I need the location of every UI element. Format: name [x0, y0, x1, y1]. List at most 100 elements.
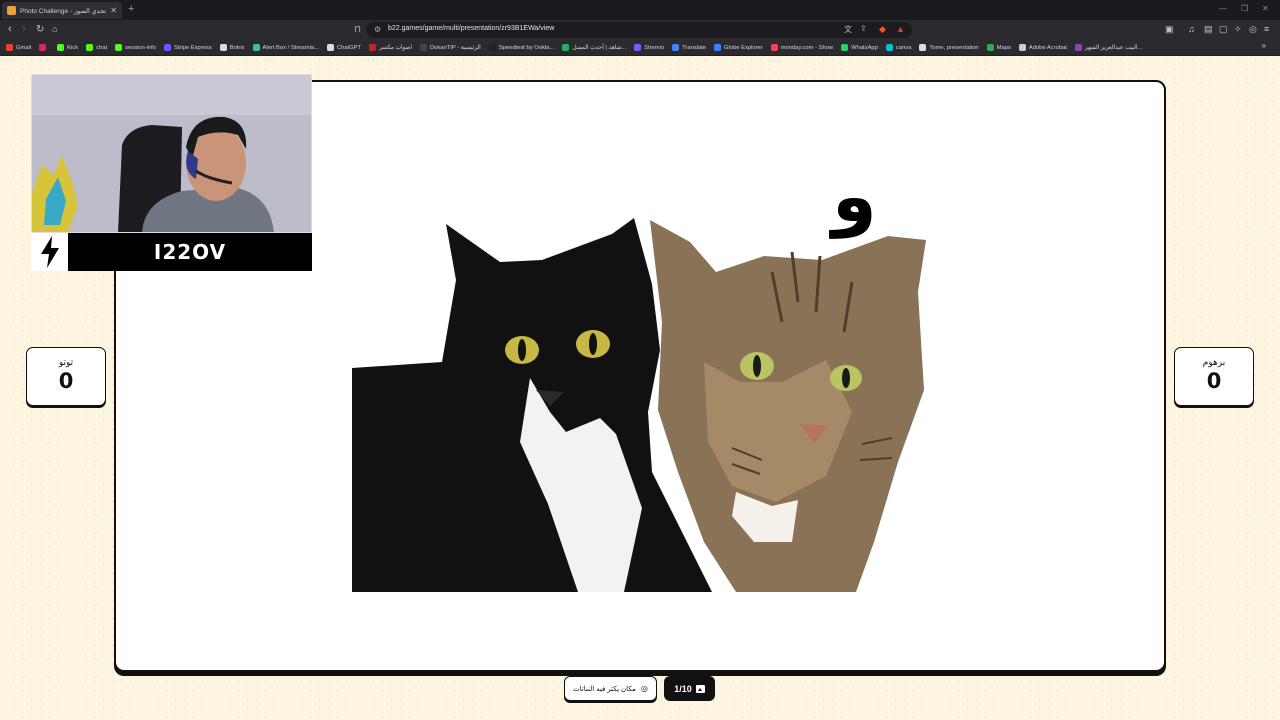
bookmark-item[interactable]: Stremio — [634, 44, 664, 51]
bookmark-item[interactable]: monday.com - Show — [770, 44, 834, 51]
bookmark-label: Kick — [67, 44, 79, 51]
bookmark-favicon-icon — [39, 44, 47, 51]
bookmark-item[interactable]: Gmail — [6, 44, 31, 51]
close-window-icon[interactable]: ✕ — [1262, 4, 1269, 13]
bookmark-item[interactable]: Translate — [672, 44, 706, 51]
bookmark-label: ChatGPT — [336, 44, 362, 51]
bookmark-favicon-icon — [369, 44, 377, 51]
right-player-name: برهوم — [1202, 358, 1226, 368]
bookmark-favicon-icon — [841, 44, 849, 51]
bookmark-label: Botrix — [229, 44, 245, 51]
media-icon[interactable]: ♫ — [1188, 24, 1195, 34]
bookmark-item[interactable]: ChatGPT — [326, 44, 362, 51]
tabby-cat-image — [650, 220, 926, 592]
lightning-bolt-icon — [31, 233, 68, 271]
tab-bar: Photo Challenge - تحدي الصور ✕ + — ❐ ✕ — [0, 0, 1280, 20]
bookmark-item[interactable]: Alert Box / Streamla... — [252, 44, 319, 51]
bookmark-item[interactable]: Stripe Express — [164, 44, 212, 51]
more-bookmarks-icon[interactable]: » — [1262, 41, 1266, 50]
bookmark-item[interactable]: Botrix — [219, 44, 245, 51]
lightbulb-icon: ◎ — [640, 684, 648, 693]
bookmark-favicon-icon — [57, 44, 65, 51]
bookmark-label: Stremio — [644, 44, 665, 51]
restore-icon[interactable]: ❐ — [1241, 4, 1248, 13]
bookmark-label: chat — [96, 44, 108, 51]
bookmark-item[interactable] — [39, 44, 49, 51]
bookmark-label: Speedtest by Ookla... — [498, 44, 555, 51]
image-icon — [695, 684, 705, 693]
bookmark-favicon-icon — [252, 44, 260, 51]
bookmark-favicon-icon — [634, 44, 642, 51]
webcam-overlay: I22OV — [31, 74, 312, 271]
bookmark-favicon-icon — [326, 44, 334, 51]
bookmark-label: شاهد | أحدث المسل... — [572, 44, 627, 51]
bookmark-favicon-icon — [1074, 44, 1082, 51]
bookmark-favicon-icon — [6, 44, 13, 51]
forward-icon[interactable]: › — [22, 24, 26, 35]
sidebar-icon[interactable]: ▣ — [1165, 24, 1174, 35]
streamer-banner: I22OV — [31, 233, 312, 271]
bookmark-label: canva — [895, 44, 912, 51]
bookmark-item[interactable]: Speedtest by Ookla... — [488, 44, 555, 51]
webcam-feed — [31, 74, 312, 233]
question-progress: 1/10 — [674, 683, 692, 694]
bookmark-favicon-icon — [488, 44, 496, 51]
bookmark-favicon-icon — [219, 44, 227, 51]
bookmark-item[interactable]: DokanTIP - الرئيسية — [419, 44, 481, 51]
hint-button[interactable]: مكان يكثر فيه النباتات ◎ — [564, 676, 657, 701]
bookmark-favicon-icon — [986, 44, 994, 51]
back-icon[interactable]: ‹ — [8, 24, 12, 35]
bookmark-item[interactable]: البيت عبدالعزيز الشهر... — [1074, 44, 1142, 51]
bookmark-item[interactable]: Globe Explorer — [714, 44, 763, 51]
bookmark-favicon-icon — [86, 44, 94, 51]
browser-toolbar: ‹ › ↻ ⌂ ⊓ ⚙ b22.games/game/multi/present… — [0, 20, 1280, 40]
bookmark-item[interactable]: session-info — [115, 44, 156, 51]
bookmarks-bar: Gmail Kick chat session-info Stripe Express B… — [0, 40, 1280, 55]
bookmark-favicon-icon — [1018, 44, 1026, 51]
home-icon[interactable]: ⌂ — [52, 24, 57, 35]
bookmark-page-icon[interactable]: ⊓ — [354, 24, 361, 35]
vpn-icon[interactable]: ◎ — [1249, 24, 1257, 35]
bookmark-item[interactable]: WhatsApp — [841, 44, 878, 51]
bookmark-item[interactable]: اصوات مكسر — [369, 44, 412, 51]
bookmark-label: Stripe Express — [174, 44, 212, 51]
share-icon[interactable]: ⇪ — [860, 24, 867, 33]
bookmark-favicon-icon — [115, 44, 123, 51]
bookmark-item[interactable]: شاهد | أحدث المسل... — [562, 44, 626, 51]
bookmark-item[interactable]: Adobe Acrobat — [1018, 44, 1067, 51]
bookmark-favicon-icon — [770, 44, 778, 51]
bookmark-label: Alert Box / Streamla... — [262, 44, 319, 51]
close-tab-icon[interactable]: ✕ — [110, 6, 117, 15]
bookmark-favicon-icon — [714, 44, 722, 51]
leo-icon[interactable]: ✧ — [1234, 24, 1242, 35]
bookmark-label: Translate — [682, 44, 707, 51]
bookmark-item[interactable]: canva — [885, 44, 912, 51]
site-info-icon[interactable]: ⚙ — [374, 25, 381, 34]
bookmark-label: monday.com - Show — [780, 44, 834, 51]
new-tab-button[interactable]: + — [128, 3, 134, 15]
bookmark-item[interactable]: Maps — [986, 44, 1011, 51]
bookmark-item[interactable]: Tome, presentation — [919, 44, 979, 51]
game-page: و توتو 0 برهوم 0 I22OV مكان يكثر فيه الن… — [0, 56, 1280, 720]
wallet-icon[interactable]: ▢ — [1219, 24, 1228, 35]
bookmark-item[interactable]: chat — [86, 44, 107, 51]
minimize-icon[interactable]: — — [1219, 4, 1227, 13]
bookmark-item[interactable]: Kick — [57, 44, 78, 51]
reload-icon[interactable]: ↻ — [36, 24, 44, 35]
browser-tab[interactable]: Photo Challenge - تحدي الصور ✕ — [2, 2, 122, 19]
rewards-icon[interactable]: ▲ — [896, 24, 905, 34]
bookmark-label: Maps — [996, 44, 1011, 51]
question-photo — [352, 218, 926, 592]
right-player-score-card: برهوم 0 — [1174, 347, 1254, 406]
reader-icon[interactable]: ▤ — [1204, 24, 1213, 35]
bookmark-label: اصوات مكسر — [379, 44, 412, 51]
menu-icon[interactable]: ≡ — [1264, 24, 1269, 34]
bookmark-label: Tome, presentation — [929, 44, 979, 51]
address-bar[interactable]: ⚙ b22.games/game/multi/presentation/zr93… — [366, 22, 912, 38]
question-counter: 1/10 — [664, 676, 715, 701]
translate-icon[interactable]: 文 — [844, 24, 852, 35]
bookmark-label: session-info — [125, 44, 156, 51]
bookmark-label: DokanTIP - الرئيسية — [429, 44, 481, 51]
bookmark-label: Globe Explorer — [724, 44, 763, 51]
brave-shield-icon[interactable]: ◆ — [879, 24, 886, 35]
